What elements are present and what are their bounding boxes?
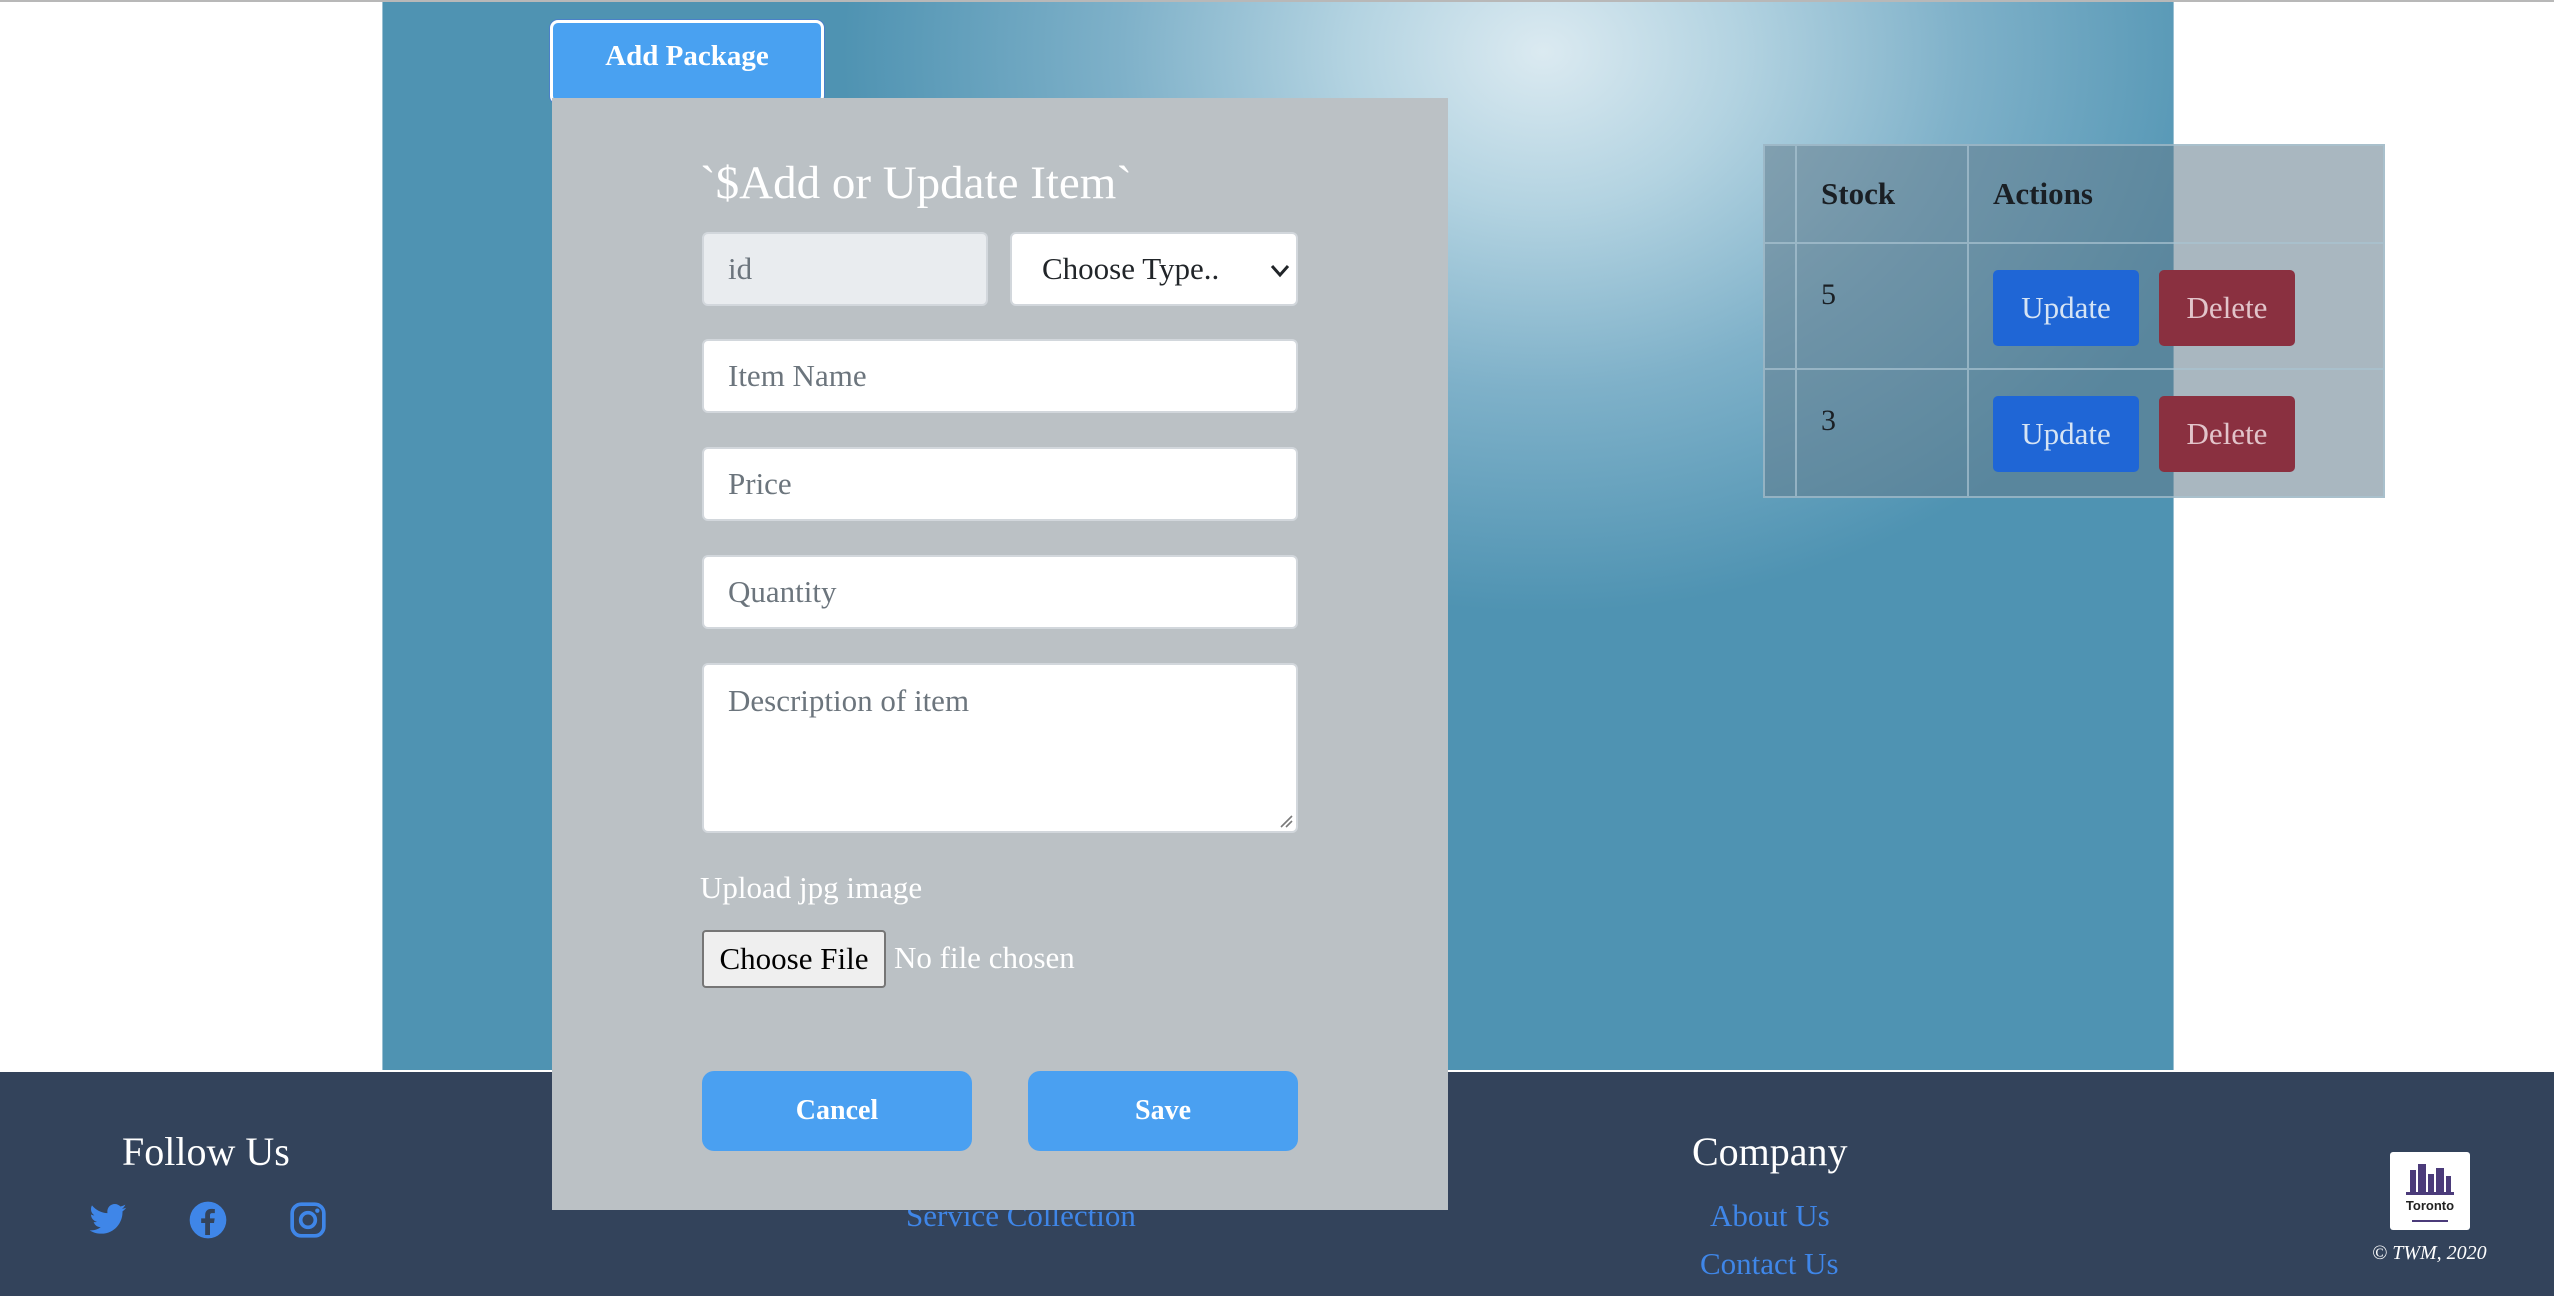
id-field[interactable]: id	[702, 232, 988, 306]
file-status-text: No file chosen	[894, 940, 1075, 975]
twitter-icon[interactable]	[88, 1200, 128, 1240]
table-header-actions-label: Actions	[1993, 176, 2093, 211]
table-header-stock: Stock	[1797, 146, 1969, 244]
save-button[interactable]: Save	[1028, 1071, 1298, 1151]
follow-us-title: Follow Us	[122, 1129, 290, 1174]
stock-value: 3	[1821, 404, 1836, 437]
cancel-button[interactable]: Cancel	[702, 1071, 972, 1151]
update-button[interactable]: Update	[1993, 396, 2139, 472]
modal-title: `$Add or Update Item`	[700, 157, 1132, 209]
logo-text: Toronto	[2405, 1198, 2455, 1213]
type-select-value: Choose Type..	[1042, 251, 1220, 286]
item-name-input[interactable]: Item Name	[702, 339, 1298, 413]
table-row	[1765, 370, 1797, 496]
table-header-actions: Actions	[1969, 146, 2383, 244]
description-textarea[interactable]: Description of item	[702, 663, 1298, 833]
about-us-link[interactable]: About Us	[1710, 1198, 1830, 1234]
chevron-down-icon	[1270, 265, 1290, 278]
item-form-modal: `$Add or Update Item` id Choose Type.. I…	[552, 98, 1448, 1210]
table-cell-stock: 5	[1797, 244, 1969, 370]
description-placeholder: Description of item	[728, 683, 970, 718]
choose-file-button[interactable]: Choose File	[702, 930, 886, 988]
delete-button[interactable]: Delete	[2159, 270, 2295, 346]
contact-us-link[interactable]: Contact Us	[1700, 1246, 1839, 1282]
items-table: Stock Actions 5 Update Delete 3 Update D…	[1763, 144, 2385, 498]
copyright-text: © TWM, 2020	[2372, 1242, 2487, 1264]
stock-value: 5	[1821, 278, 1836, 311]
table-cell-stock: 3	[1797, 370, 1969, 496]
resize-handle-icon[interactable]	[1277, 812, 1293, 828]
add-package-button[interactable]: Add Package	[550, 20, 824, 104]
table-header-hidden	[1765, 146, 1797, 244]
toronto-logo: Toronto	[2390, 1152, 2470, 1230]
city-skyline-icon	[2406, 1164, 2454, 1222]
company-title: Company	[1692, 1129, 1848, 1174]
price-input[interactable]: Price	[702, 447, 1298, 521]
facebook-icon[interactable]	[188, 1200, 228, 1240]
table-header-stock-label: Stock	[1821, 176, 1896, 211]
instagram-icon[interactable]	[288, 1200, 328, 1240]
table-row	[1765, 244, 1797, 370]
table-cell-actions: Update Delete	[1969, 244, 2383, 370]
type-select[interactable]: Choose Type..	[1010, 232, 1298, 306]
upload-label: Upload jpg image	[700, 870, 923, 905]
delete-button[interactable]: Delete	[2159, 396, 2295, 472]
quantity-input[interactable]: Quantity	[702, 555, 1298, 629]
table-cell-actions: Update Delete	[1969, 370, 2383, 496]
update-button[interactable]: Update	[1993, 270, 2139, 346]
